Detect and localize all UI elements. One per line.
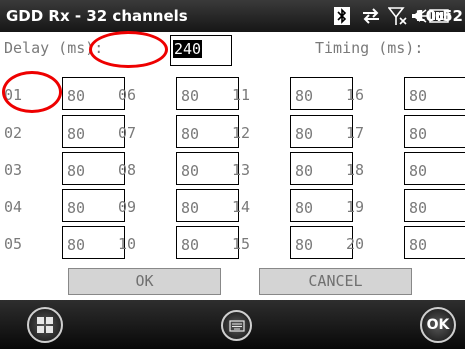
channel-field[interactable]: 80 xyxy=(404,189,465,222)
clock[interactable]: 10:52 xyxy=(415,7,463,25)
channel-value: 80 xyxy=(295,236,314,254)
app-title: GDD Rx - 32 channels xyxy=(6,7,188,25)
delay-value: 240 xyxy=(173,40,203,58)
channel-label: 13 xyxy=(232,161,251,179)
title-bar: GDD Rx - 32 channels 10:52 xyxy=(0,0,465,32)
data-sync-icon[interactable] xyxy=(360,6,382,26)
channel-label: 10 xyxy=(118,235,137,253)
channel-field[interactable]: 80 xyxy=(176,226,239,259)
channel-label: 16 xyxy=(346,86,365,104)
channel-label: 20 xyxy=(346,235,365,253)
channel-value: 80 xyxy=(181,87,200,105)
channel-label: 05 xyxy=(4,235,23,253)
channel-label: 07 xyxy=(118,124,137,142)
channel-label: 17 xyxy=(346,124,365,142)
highlight-ring-ms xyxy=(89,31,168,68)
channel-field[interactable]: 80 xyxy=(62,152,125,185)
channel-value: 80 xyxy=(67,162,86,180)
channel-value: 80 xyxy=(295,125,314,143)
channel-value: 80 xyxy=(181,162,200,180)
channel-value: 80 xyxy=(181,199,200,217)
channel-value: 80 xyxy=(67,199,86,217)
channel-value: 80 xyxy=(295,162,314,180)
channel-label: 04 xyxy=(4,198,23,216)
channel-label: 03 xyxy=(4,161,23,179)
taskbar: OK xyxy=(0,300,465,349)
start-button[interactable] xyxy=(27,307,63,343)
channel-value: 80 xyxy=(67,125,86,143)
channel-field[interactable]: 80 xyxy=(290,189,353,222)
channel-value: 80 xyxy=(409,162,428,180)
channel-label: 02 xyxy=(4,124,23,142)
channel-field[interactable]: 80 xyxy=(62,77,125,110)
channel-value: 80 xyxy=(295,87,314,105)
channel-label: 06 xyxy=(118,86,137,104)
channel-field[interactable]: 80 xyxy=(404,226,465,259)
channel-field[interactable]: 80 xyxy=(176,77,239,110)
form-area: Delay (ms): 240 Timing (ms): 01 80 02 80 03 8… xyxy=(0,32,465,300)
channel-value: 80 xyxy=(67,236,86,254)
channel-field[interactable]: 80 xyxy=(62,115,125,148)
channel-field[interactable]: 80 xyxy=(404,152,465,185)
channel-field[interactable]: 80 xyxy=(176,189,239,222)
signal-icon[interactable] xyxy=(388,6,408,26)
keyboard-button[interactable] xyxy=(221,310,252,341)
ok-taskbar-button[interactable]: OK xyxy=(420,307,456,343)
keyboard-icon xyxy=(228,319,245,332)
channel-value: 80 xyxy=(409,236,428,254)
channel-value: 80 xyxy=(409,125,428,143)
channel-value: 80 xyxy=(409,87,428,105)
channel-field[interactable]: 80 xyxy=(62,189,125,222)
channel-label: 08 xyxy=(118,161,137,179)
channel-label: 14 xyxy=(232,198,251,216)
channel-field[interactable]: 80 xyxy=(176,115,239,148)
channel-field[interactable]: 80 xyxy=(62,226,125,259)
channel-label: 09 xyxy=(118,198,137,216)
windows-logo-icon xyxy=(37,317,53,333)
delay-field[interactable]: 240 xyxy=(170,35,232,66)
channel-field[interactable]: 80 xyxy=(404,115,465,148)
channel-label: 12 xyxy=(232,124,251,142)
channel-value: 80 xyxy=(409,199,428,217)
highlight-ring-01 xyxy=(2,71,62,113)
channel-field[interactable]: 80 xyxy=(290,115,353,148)
channel-field[interactable]: 80 xyxy=(290,226,353,259)
channel-value: 80 xyxy=(181,236,200,254)
cancel-button[interactable]: CANCEL xyxy=(259,268,412,295)
channel-value: 80 xyxy=(67,87,86,105)
channel-value: 80 xyxy=(181,125,200,143)
bluetooth-icon[interactable] xyxy=(333,6,351,26)
channel-label: 19 xyxy=(346,198,365,216)
channel-label: 11 xyxy=(232,86,251,104)
ok-button[interactable]: OK xyxy=(68,268,221,295)
channel-field[interactable]: 80 xyxy=(176,152,239,185)
timing-label: Timing (ms): xyxy=(315,39,424,57)
channel-label: 15 xyxy=(232,235,251,253)
channel-value: 80 xyxy=(295,199,314,217)
channel-field[interactable]: 80 xyxy=(290,152,353,185)
channel-label: 18 xyxy=(346,161,365,179)
channel-field[interactable]: 80 xyxy=(290,77,353,110)
channel-field[interactable]: 80 xyxy=(404,77,465,110)
